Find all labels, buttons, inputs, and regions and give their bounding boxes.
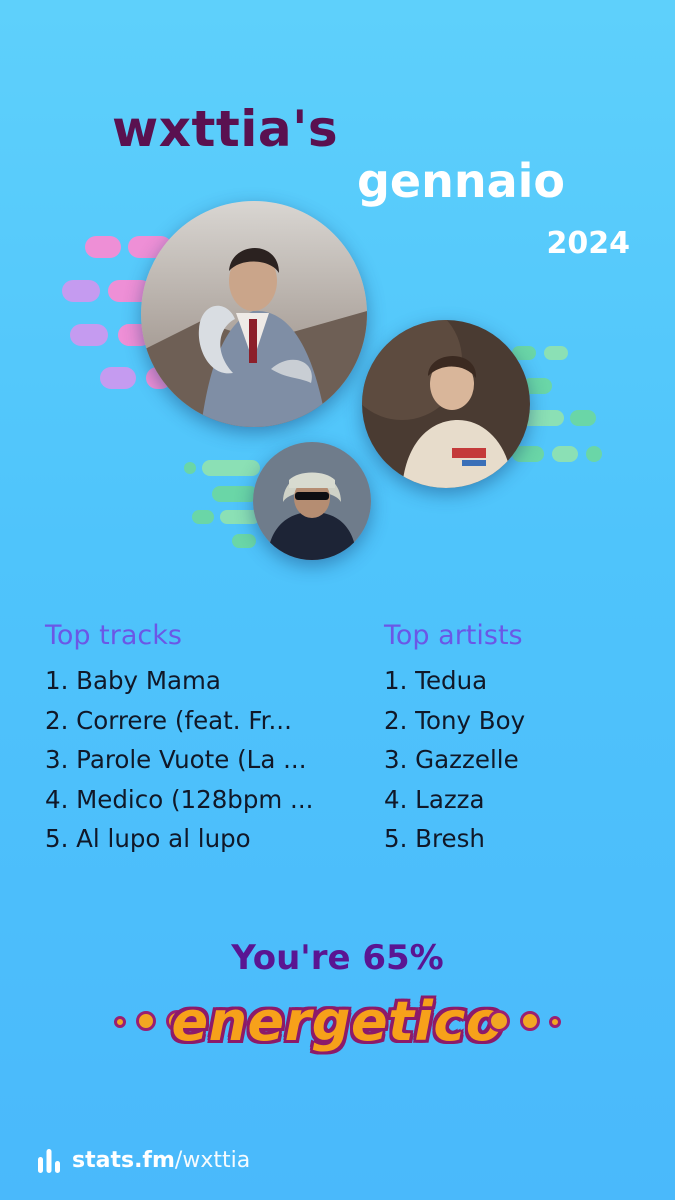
decor-dash [62,280,100,302]
artist-item: 5. Bresh [384,824,485,853]
artist-item: 4. Lazza [384,784,485,814]
top-tracks-heading: Top tracks [45,620,182,651]
track-item: 2. Correre (feat. Fr... [45,705,292,735]
brand-footer: stats.fm/wxttia [36,1147,250,1173]
decor-dash [192,510,214,524]
decor-dash [544,346,568,360]
artist-photo-small [253,442,371,560]
username-title: wxttia's [112,100,339,158]
artist-item: 3. Gazzelle [384,745,519,774]
decor-dash [232,534,256,548]
decor-dash [212,486,258,502]
brand-handle: /wxttia [174,1147,251,1173]
top-artists-section: Top artists 1. Tedua 2. Tony Boy 3. Gazz… [384,620,634,859]
top-artists-heading: Top artists [384,620,523,651]
decor-dot [549,1016,561,1028]
mood-percentage: You're 65% [231,938,444,978]
month-title: gennaio [357,154,566,208]
decor-dash [570,410,596,426]
bar-chart-icon [38,1149,60,1173]
track-item: 3. Parole Vuote (La ... [45,745,307,774]
decor-dash [70,324,108,346]
track-item: 1. Baby Mama [45,666,221,695]
decor-dash [85,236,121,258]
person-photo-icon [362,320,530,488]
top-tracks-section: Top tracks 1. Baby Mama 2. Correre (feat… [45,620,345,859]
decor-dash [586,446,602,462]
person-photo-icon [141,201,367,427]
decor-dot [520,1011,540,1031]
track-item: 4. Medico (128bpm ... [45,784,314,814]
mood-banner: energetico [0,990,675,1060]
decor-dash [184,462,196,474]
year-label: 2024 [546,226,631,261]
mood-word: energetico [171,990,504,1053]
person-photo-icon [253,442,371,560]
story-card: wxttia's gennaio 2024 Top tracks 1. Baby… [0,0,675,1200]
artist-item: 2. Tony Boy [384,705,526,735]
brand-link[interactable]: stats.fm/wxttia [72,1148,250,1173]
decor-dash [100,367,136,389]
brand-site: stats.fm [72,1147,175,1173]
decor-dot [488,1010,510,1032]
artist-photo-medium [362,320,530,488]
decor-dash [552,446,578,462]
artist-photo-large [141,201,367,427]
track-item: 5. Al lupo al lupo [45,824,251,853]
artist-item: 1. Tedua [384,666,488,695]
decor-dash [202,460,260,476]
